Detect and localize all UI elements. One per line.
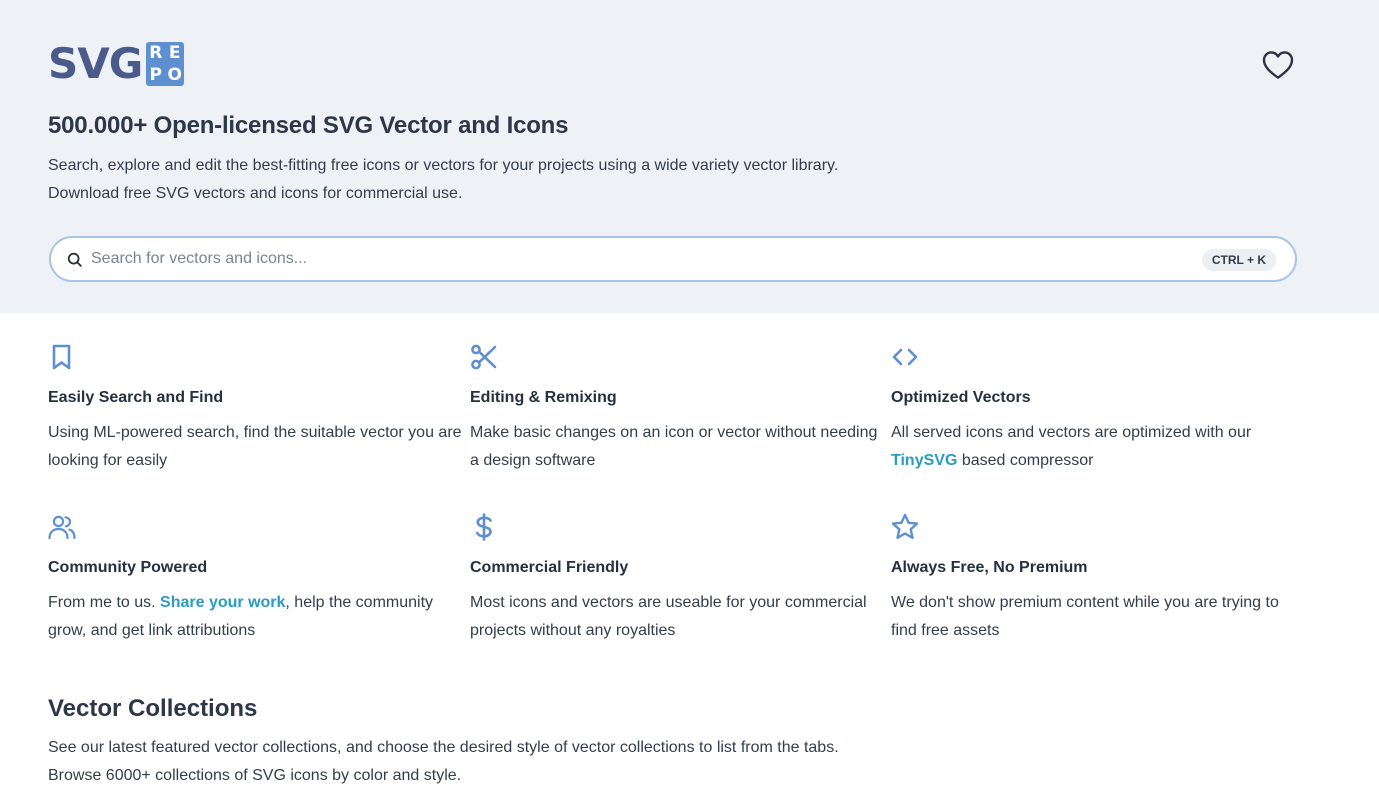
- feature-description: Make basic changes on an icon or vector …: [470, 424, 878, 469]
- search-icon: [67, 252, 82, 267]
- logo-letter: O: [167, 65, 182, 85]
- hero-section: SVG R E P O 500.000+ Open-licensed SVG V…: [0, 0, 1379, 313]
- feature-description: From me to us. Share your work, help the…: [48, 589, 463, 645]
- feature-description: Using ML-powered search, find the suitab…: [48, 424, 462, 469]
- keyboard-shortcut-badge: CTRL + K: [1201, 249, 1276, 271]
- description-line: Browse 6000+ collections of SVG icons by…: [48, 767, 462, 784]
- search-bar[interactable]: CTRL + K: [49, 236, 1297, 282]
- feature-title: Commercial Friendly: [470, 559, 629, 576]
- description-line: See our latest featured vector collectio…: [48, 739, 839, 756]
- page-description: Search, explore and edit the best-fittin…: [48, 152, 838, 208]
- description-line: Search, explore and edit the best-fittin…: [48, 157, 839, 174]
- feature-description: We don't show premium content while you …: [891, 594, 1279, 639]
- bookmark-icon: [52, 344, 71, 370]
- feature-description-text: From me to us.: [48, 594, 161, 611]
- feature-title: Community Powered: [48, 559, 208, 576]
- search-input[interactable]: [91, 246, 1191, 272]
- feature-title: Easily Search and Find: [48, 389, 224, 406]
- share-your-work-link[interactable]: Share your work: [160, 594, 285, 611]
- star-icon: [891, 513, 919, 539]
- logo-letter: E: [168, 43, 181, 63]
- collections-title: Vector Collections: [48, 695, 258, 722]
- heart-outline-icon: [1262, 51, 1294, 79]
- feature-description: Most icons and vectors are useable for y…: [470, 594, 867, 639]
- tinysvg-link[interactable]: TinySVG: [891, 452, 957, 469]
- logo-letter: R: [149, 43, 163, 63]
- svgrepo-logo[interactable]: SVG R E P O: [48, 39, 185, 88]
- dollar-icon: [476, 513, 492, 541]
- favorites-button[interactable]: [1260, 47, 1296, 83]
- logo-letter: P: [149, 65, 162, 85]
- feature-title: Editing & Remixing: [470, 389, 617, 406]
- logo-repo-box: R E P O: [146, 42, 185, 86]
- feature-title: Optimized Vectors: [891, 389, 1031, 406]
- logo-wordmark: SVG: [48, 39, 143, 88]
- feature-description-text: based compressor: [957, 452, 1094, 469]
- description-line: Download free SVG vectors and icons for …: [48, 185, 463, 202]
- code-icon: [892, 348, 918, 366]
- feature-description-text: All served icons and vectors are optimiz…: [891, 424, 1252, 441]
- page-title: 500.000+ Open-licensed SVG Vector and Ic…: [48, 112, 569, 139]
- collections-description: See our latest featured vector collectio…: [48, 734, 839, 790]
- feature-title: Always Free, No Premium: [891, 559, 1088, 576]
- users-icon: [48, 515, 76, 540]
- scissors-icon: [471, 344, 497, 370]
- feature-description: All served icons and vectors are optimiz…: [891, 419, 1306, 475]
